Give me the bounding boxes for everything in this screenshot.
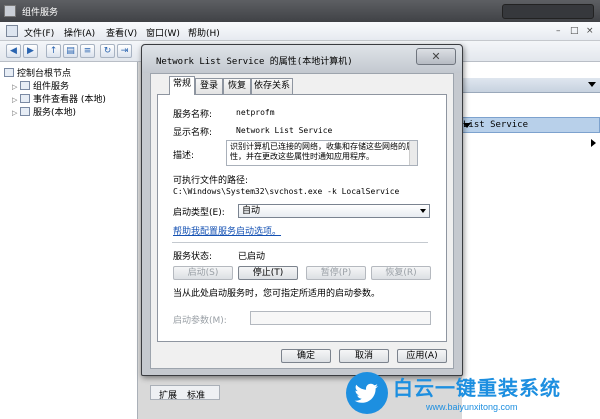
- menu-view[interactable]: 查看(V): [106, 26, 137, 39]
- child-restore-button[interactable]: □: [570, 26, 579, 36]
- collapse-arrow-icon: [463, 123, 471, 128]
- expand-arrow-icon[interactable]: ▷: [12, 96, 20, 104]
- actions-selected-service[interactable]: List Service: [462, 117, 600, 133]
- description-box[interactable]: 识别计算机已连接的网络，收集和存储这些网络的属性，并在更改这些属性时通知应用程序…: [226, 140, 418, 166]
- event-viewer-icon: [20, 94, 30, 103]
- dialog-title: Network List Service 的属性(本地计算机): [156, 57, 353, 67]
- back-icon[interactable]: ◀: [6, 44, 21, 58]
- startup-type-select[interactable]: 自动: [238, 204, 430, 218]
- tab-recovery[interactable]: 恢复: [223, 78, 251, 94]
- properties-dialog: Network List Service 的属性(本地计算机) ✕ 常规 登录 …: [141, 44, 463, 376]
- up-icon[interactable]: ↑: [46, 44, 61, 58]
- tree-item-console-root[interactable]: 控制台根节点: [4, 66, 71, 79]
- twitter-bird-logo-icon: [346, 372, 388, 414]
- dialog-body: 常规 登录 恢复 依存关系 服务名称: netprofm 显示名称: Netwo…: [150, 73, 454, 369]
- tree-item-component-services[interactable]: ▷ 组件服务: [12, 79, 69, 92]
- console-tree: 控制台根节点 ▷ 组件服务 ▷ 事件查看器 (本地) ▷ 服务(本地): [0, 62, 138, 419]
- resume-button[interactable]: 恢复(R): [371, 266, 431, 280]
- menu-action[interactable]: 操作(A): [64, 26, 95, 39]
- forward-icon[interactable]: ▶: [23, 44, 38, 58]
- display-name-label: 显示名称:: [173, 128, 213, 138]
- menu-help[interactable]: 帮助(H): [188, 26, 220, 39]
- actions-header[interactable]: [462, 78, 600, 93]
- stop-button[interactable]: 停止(T): [238, 266, 298, 280]
- expand-arrow-icon[interactable]: ▷: [12, 83, 20, 91]
- tab-standard[interactable]: 标准: [187, 388, 205, 401]
- chevron-down-icon: [420, 209, 426, 213]
- close-icon[interactable]: ✕: [416, 48, 456, 65]
- description-label: 描述:: [173, 151, 195, 161]
- window-controls[interactable]: [502, 4, 594, 19]
- folder-icon: [20, 81, 30, 90]
- startup-type-label: 启动类型(E):: [173, 208, 225, 218]
- start-button[interactable]: 启动(S): [173, 266, 233, 280]
- tree-item-services-local[interactable]: ▷ 服务(本地): [12, 105, 76, 118]
- service-status-label: 服务状态:: [173, 252, 213, 262]
- service-name-value: netprofm: [236, 108, 275, 117]
- ok-button[interactable]: 确定: [281, 349, 331, 363]
- child-minimize-button[interactable]: –: [556, 26, 561, 36]
- view-tabs: 扩展 标准: [150, 385, 220, 401]
- window-titlebar: 组件服务: [0, 0, 600, 22]
- dialog-titlebar: Network List Service 的属性(本地计算机) ✕: [142, 45, 462, 73]
- start-params-note: 当从此处启动服务时，您可指定所适用的启动参数。: [173, 289, 381, 299]
- actions-pane: List Service: [462, 62, 600, 419]
- properties-icon[interactable]: ≡: [80, 44, 95, 58]
- collapse-arrow-icon: [588, 82, 596, 87]
- cancel-button[interactable]: 取消: [339, 349, 389, 363]
- tab-dependencies[interactable]: 依存关系: [251, 78, 293, 94]
- services-icon: [20, 107, 30, 116]
- refresh-icon[interactable]: ↻: [100, 44, 115, 58]
- show-hide-tree-icon[interactable]: ▤: [63, 44, 78, 58]
- help-configure-link[interactable]: 帮助我配置服务启动选项。: [173, 224, 281, 237]
- executable-path-label: 可执行文件的路径:: [173, 176, 249, 186]
- window-title: 组件服务: [22, 8, 59, 18]
- start-params-input[interactable]: [250, 311, 431, 325]
- executable-path-value: C:\Windows\System32\svchost.exe -k Local…: [173, 187, 400, 196]
- menu-window[interactable]: 窗口(W): [146, 26, 180, 39]
- menu-bar: 文件(F) 操作(A) 查看(V) 窗口(W) 帮助(H) – □ ×: [0, 22, 600, 41]
- general-tab-panel: 服务名称: netprofm 显示名称: Network List Servic…: [157, 94, 447, 342]
- menu-file[interactable]: 文件(F): [24, 26, 54, 39]
- document-icon: [6, 25, 18, 37]
- apply-button[interactable]: 应用(A): [397, 349, 447, 363]
- tab-logon[interactable]: 登录: [195, 78, 223, 94]
- watermark-url: www.baiyunxitong.com: [426, 402, 518, 412]
- service-status-value: 已启动: [238, 252, 266, 262]
- display-name-value: Network List Service: [236, 126, 333, 135]
- component-services-icon: [4, 5, 16, 17]
- export-icon[interactable]: ⇥: [117, 44, 132, 58]
- pause-button[interactable]: 暂停(P): [306, 266, 366, 280]
- tab-general[interactable]: 常规: [169, 76, 195, 95]
- expand-arrow-icon[interactable]: ▷: [12, 109, 20, 117]
- submenu-arrow-icon[interactable]: [591, 139, 596, 147]
- divider: [172, 242, 428, 243]
- service-name-label: 服务名称:: [173, 110, 213, 120]
- description-text: 识别计算机已连接的网络，收集和存储这些网络的属性，并在更改这些属性时通知应用程序…: [230, 142, 414, 161]
- child-close-button[interactable]: ×: [586, 26, 594, 36]
- tab-extended[interactable]: 扩展: [159, 388, 177, 401]
- folder-icon: [4, 68, 14, 77]
- watermark-title: 白云一键重装系统: [393, 376, 561, 400]
- description-scrollbar[interactable]: [409, 141, 417, 165]
- start-params-label: 启动参数(M):: [173, 316, 227, 326]
- tree-item-event-viewer[interactable]: ▷ 事件查看器 (本地): [12, 92, 106, 105]
